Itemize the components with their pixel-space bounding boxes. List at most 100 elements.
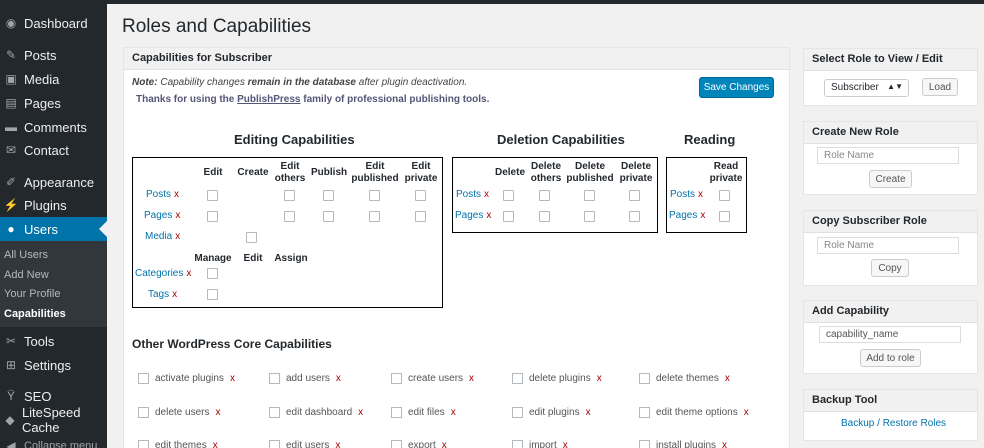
cap-checkbox[interactable] — [584, 190, 595, 201]
submenu-add-new[interactable]: Add New — [4, 269, 49, 281]
role-select[interactable]: Subscriber ▲▼ — [824, 79, 909, 97]
menu-litespeed[interactable]: ◆ LiteSpeed Cache — [0, 405, 107, 435]
menu-users[interactable]: ● Users — [0, 217, 107, 241]
core-cap[interactable]: delete plugins x — [512, 373, 602, 384]
menu-contact[interactable]: ✉ Contact — [0, 138, 107, 162]
remove-x-icon[interactable]: x — [698, 189, 703, 200]
copy-button[interactable]: Copy — [871, 259, 909, 277]
remove-x-icon[interactable]: x — [358, 407, 363, 418]
row-label[interactable]: Pages — [669, 210, 697, 221]
remove-x-icon[interactable]: x — [722, 440, 727, 448]
menu-plugins[interactable]: ⚡ Plugins — [0, 193, 107, 217]
row-label[interactable]: Posts — [146, 189, 171, 200]
backup-restore-link[interactable]: Backup / Restore Roles — [841, 418, 946, 429]
remove-x-icon[interactable]: x — [744, 407, 749, 418]
cap-checkbox[interactable] — [138, 440, 149, 448]
row-label[interactable]: Tags — [148, 289, 169, 300]
cap-checkbox[interactable] — [138, 373, 149, 384]
cap-checkbox[interactable] — [269, 373, 280, 384]
cap-checkbox[interactable] — [269, 440, 280, 448]
remove-x-icon[interactable]: x — [586, 407, 591, 418]
cap-checkbox[interactable] — [391, 373, 402, 384]
cap-checkbox[interactable] — [629, 211, 640, 222]
menu-appearance[interactable]: ✐ Appearance — [0, 170, 107, 194]
core-cap[interactable]: edit users x — [269, 440, 340, 448]
cap-checkbox[interactable] — [415, 211, 426, 222]
row-label[interactable]: Posts — [456, 189, 481, 200]
cap-checkbox[interactable] — [719, 211, 730, 222]
cap-checkbox[interactable] — [207, 190, 218, 201]
remove-x-icon[interactable]: x — [213, 440, 218, 448]
core-cap[interactable]: edit dashboard x — [269, 407, 363, 418]
menu-pages[interactable]: ▤ Pages — [0, 91, 107, 115]
menu-collapse[interactable]: ◀ Collapse menu — [0, 434, 107, 448]
remove-x-icon[interactable]: x — [230, 373, 235, 384]
cap-checkbox[interactable] — [539, 190, 550, 201]
publishpress-link[interactable]: PublishPress — [237, 94, 300, 105]
submenu-capabilities[interactable]: Capabilities — [4, 308, 66, 320]
core-cap[interactable]: import x — [512, 440, 568, 448]
core-cap[interactable]: delete users x — [138, 407, 220, 418]
core-cap[interactable]: edit themes x — [138, 440, 218, 448]
cap-checkbox[interactable] — [323, 190, 334, 201]
capability-name-input[interactable]: capability_name — [819, 326, 961, 343]
remove-x-icon[interactable]: x — [335, 440, 340, 448]
menu-media[interactable]: ▣ Media — [0, 67, 107, 91]
cap-checkbox[interactable] — [246, 232, 257, 243]
cap-checkbox[interactable] — [284, 190, 295, 201]
row-label[interactable]: Pages — [144, 210, 172, 221]
cap-checkbox[interactable] — [207, 268, 218, 279]
row-label[interactable]: Posts — [670, 189, 695, 200]
cap-checkbox[interactable] — [629, 190, 640, 201]
core-cap[interactable]: install plugins x — [639, 440, 727, 448]
cap-checkbox[interactable] — [639, 407, 650, 418]
menu-posts[interactable]: ✎ Posts — [0, 43, 107, 67]
row-label[interactable]: Pages — [455, 210, 483, 221]
remove-x-icon[interactable]: x — [484, 189, 489, 200]
cap-checkbox[interactable] — [415, 190, 426, 201]
cap-checkbox[interactable] — [639, 373, 650, 384]
cap-checkbox[interactable] — [323, 211, 334, 222]
menu-dashboard[interactable]: ◉ Dashboard — [0, 11, 107, 35]
copy-role-name-input[interactable]: Role Name — [817, 237, 959, 254]
menu-tools[interactable]: ✂ Tools — [0, 329, 107, 353]
load-button[interactable]: Load — [922, 78, 958, 96]
remove-x-icon[interactable]: x — [486, 210, 491, 221]
remove-x-icon[interactable]: x — [186, 268, 191, 279]
core-cap[interactable]: create users x — [391, 373, 474, 384]
cap-checkbox[interactable] — [639, 440, 650, 448]
cap-checkbox[interactable] — [269, 407, 280, 418]
new-role-name-input[interactable]: Role Name — [817, 147, 959, 164]
cap-checkbox[interactable] — [138, 407, 149, 418]
remove-x-icon[interactable]: x — [563, 440, 568, 448]
cap-checkbox[interactable] — [207, 289, 218, 300]
cap-checkbox[interactable] — [503, 211, 514, 222]
menu-comments[interactable]: ▬ Comments — [0, 115, 107, 139]
remove-x-icon[interactable]: x — [451, 407, 456, 418]
cap-checkbox[interactable] — [584, 211, 595, 222]
submenu-all-users[interactable]: All Users — [4, 249, 48, 261]
core-cap[interactable]: delete themes x — [639, 373, 730, 384]
add-to-role-button[interactable]: Add to role — [860, 349, 921, 367]
menu-settings[interactable]: ⊞ Settings — [0, 353, 107, 377]
cap-checkbox[interactable] — [391, 440, 402, 448]
cap-checkbox[interactable] — [284, 211, 295, 222]
core-cap[interactable]: edit files x — [391, 407, 456, 418]
remove-x-icon[interactable]: x — [174, 189, 179, 200]
cap-checkbox[interactable] — [539, 211, 550, 222]
remove-x-icon[interactable]: x — [725, 373, 730, 384]
cap-checkbox[interactable] — [207, 211, 218, 222]
core-cap[interactable]: edit theme options x — [639, 407, 749, 418]
create-button[interactable]: Create — [869, 170, 912, 188]
remove-x-icon[interactable]: x — [336, 373, 341, 384]
cap-checkbox[interactable] — [369, 211, 380, 222]
cap-checkbox[interactable] — [512, 373, 523, 384]
cap-checkbox[interactable] — [512, 407, 523, 418]
row-label[interactable]: Categories — [135, 268, 183, 279]
cap-checkbox[interactable] — [369, 190, 380, 201]
cap-checkbox[interactable] — [391, 407, 402, 418]
row-label[interactable]: Media — [145, 231, 172, 242]
cap-checkbox[interactable] — [503, 190, 514, 201]
remove-x-icon[interactable]: x — [442, 440, 447, 448]
remove-x-icon[interactable]: x — [597, 373, 602, 384]
